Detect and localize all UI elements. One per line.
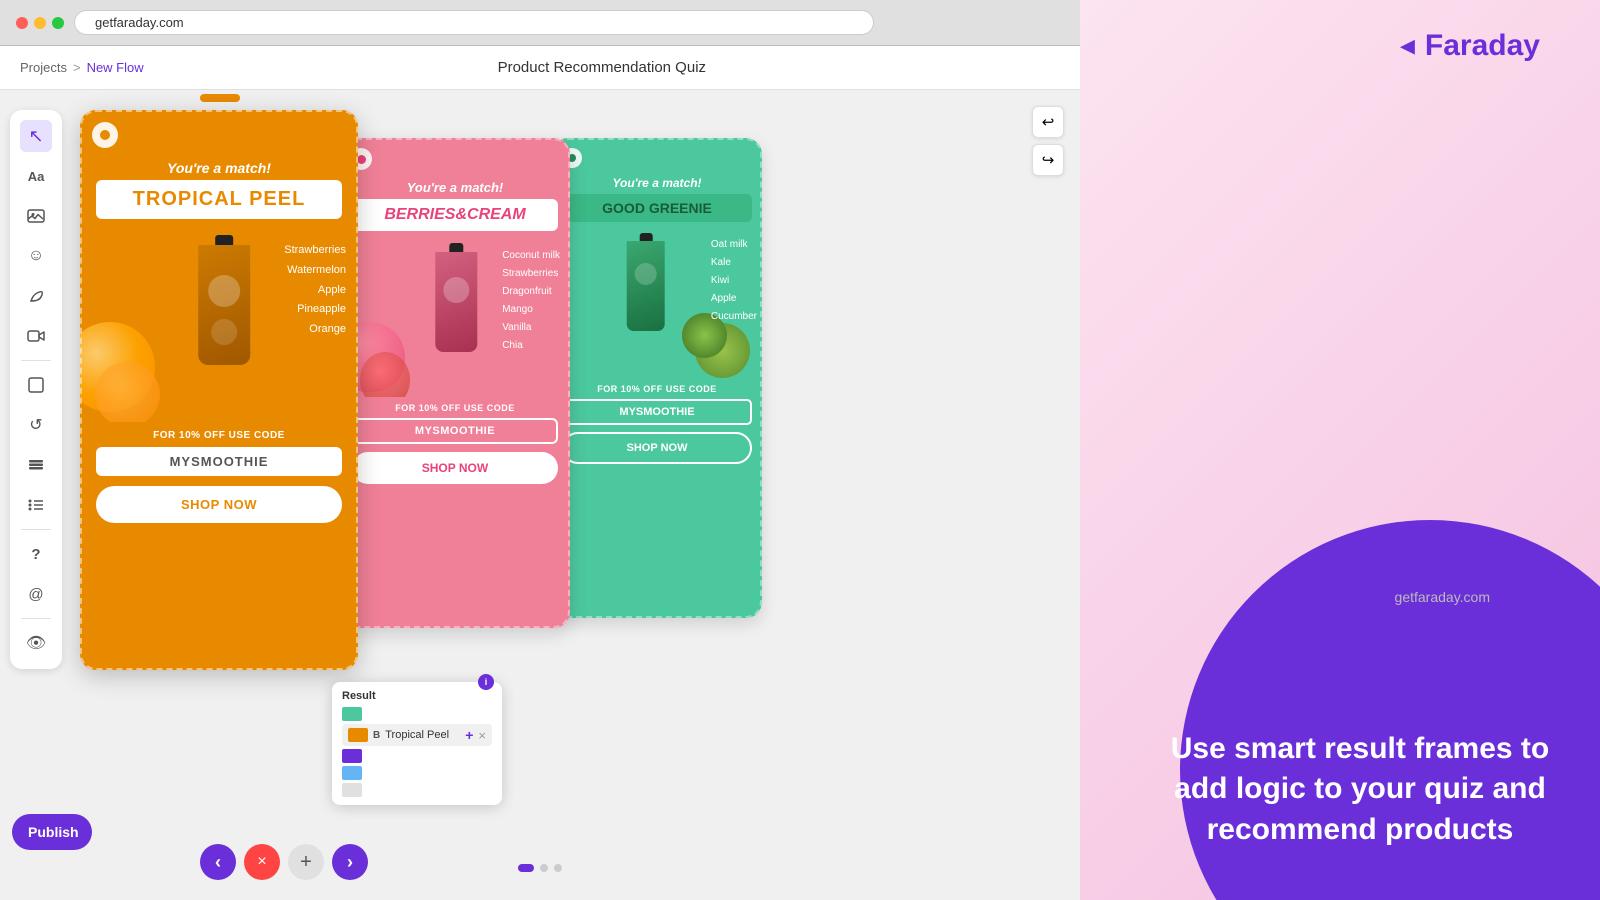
result-row-4 [342,766,492,780]
undo-redo-group: ↩ ↪ [1032,106,1064,176]
undo-button[interactable]: ↩ [1032,106,1064,138]
page-title: Product Recommendation Quiz [144,59,1060,76]
breadcrumb: Projects > New Flow [20,60,144,75]
mention-tool[interactable]: @ [20,578,52,610]
card-pink-match-text: You're a match! [340,138,570,199]
card-pink-ingredient-1: Coconut milk [502,247,560,265]
text-tool[interactable]: Aa [20,160,52,192]
card-tropical-peel[interactable]: You're a match! TROPICAL PEEL [80,110,358,670]
help-tool[interactable]: ? [20,538,52,570]
brand-url: getfaraday.com [1395,589,1490,605]
add-button[interactable]: + [288,844,324,880]
list-tool[interactable] [20,489,52,521]
result-row-1 [342,707,492,721]
card-green-ingredient-2: Kale [711,254,757,272]
result-row-5 [342,783,492,797]
page-dots [518,864,562,872]
card-green-coupon: MYSMOOTHIE [562,399,752,425]
card-green-match-text: You're a match! [552,138,762,194]
card-green-ingredient-4: Apple [711,290,757,308]
faraday-logo-icon: ◂ [1400,28,1415,63]
result-row-2-label: Tropical Peel [385,729,460,741]
right-panel: ◂ Faraday getfaraday.com Use smart resul… [1080,0,1600,900]
breadcrumb-projects[interactable]: Projects [20,60,67,75]
delete-button[interactable]: × [244,844,280,880]
card-orange-ingredient-5: Orange [284,320,346,340]
video-tool[interactable] [20,320,52,352]
breadcrumb-separator: > [73,60,81,75]
card-green-discount: FOR 10% OFF USE CODE [552,384,762,394]
result-row-3 [342,749,492,763]
loop-tool[interactable]: ↺ [20,409,52,441]
frame-tool[interactable] [20,369,52,401]
card-pink-ingredient-5: Vanilla [502,319,560,337]
faraday-logo-text: Faraday [1425,29,1540,63]
card-green-product-name: GOOD GREENIE [562,194,752,222]
image-tool[interactable] [20,200,52,232]
card-green-ingredient-5: Cucumber [711,308,757,326]
preview-tool[interactable]: 👁 [20,627,52,659]
faraday-logo: ◂ Faraday [1400,28,1540,63]
promo-text-container: Use smart result frames to add logic to … [1160,729,1560,851]
card-pink-ingredient-3: Dragonfruit [502,283,560,301]
top-nav: Projects > New Flow Product Recommendati… [0,46,1080,90]
breadcrumb-current[interactable]: New Flow [87,60,144,75]
result-row-2[interactable]: B Tropical Peel + × [342,724,492,746]
card-orange-match-text: You're a match! [80,110,358,180]
card-good-greenie[interactable]: You're a match! GOOD GREENIE [552,138,762,618]
card-orange-coupon: MYSMOOTHIE [96,447,342,476]
card-orange-product-name: TROPICAL PEEL [96,180,342,219]
result-row-2-add[interactable]: + [465,727,473,743]
emoji-tool[interactable]: ☺ [20,240,52,272]
card-green-cta[interactable]: SHOP NOW [562,432,752,464]
promo-headline: Use smart result frames to add logic to … [1160,729,1560,851]
card-orange-ingredient-2: Watermelon [284,261,346,281]
card-green-ingredient-1: Oat milk [711,236,757,254]
card-green-ingredient-3: Kiwi [711,272,757,290]
bottom-nav-controls: ‹ × + › [200,844,368,880]
left-toolbar: ↖ Aa ☺ ↺ ? @ [10,110,62,669]
url-bar[interactable]: getfaraday.com [74,10,874,35]
card-orange-discount: FOR 10% OFF USE CODE [80,430,358,441]
result-panel: i Result B Tropical Peel + × [332,682,502,805]
next-button[interactable]: › [332,844,368,880]
draw-tool[interactable] [20,280,52,312]
card-pink-discount: FOR 10% OFF USE CODE [340,403,570,413]
cards-container: You're a match! TROPICAL PEEL [80,110,762,670]
card-orange-ingredient-4: Pineapple [284,300,346,320]
publish-button[interactable]: Publish [12,814,92,850]
card-pink-cta[interactable]: SHOP NOW [352,452,558,484]
canvas-area: ↖ Aa ☺ ↺ ? @ [0,90,1080,900]
result-panel-title: Result [342,690,492,702]
result-row-2-close[interactable]: × [478,728,486,743]
cursor-tool[interactable]: ↖ [20,120,52,152]
card-pink-ingredient-6: Chia [502,337,560,355]
card-orange-cta[interactable]: SHOP NOW [96,486,342,523]
form-tool[interactable] [20,449,52,481]
redo-button[interactable]: ↪ [1032,144,1064,176]
card-orange-ingredient-3: Apple [284,281,346,301]
card-pink-ingredient-4: Mango [502,301,560,319]
card-pink-ingredient-2: Strawberries [502,265,560,283]
card-pink-product-name: BERRIES&CREAM [352,199,558,231]
card-berries-cream[interactable]: You're a match! BERRIES&CREAM [340,138,570,628]
prev-button[interactable]: ‹ [200,844,236,880]
card-orange-ingredient-1: Strawberries [284,241,346,261]
card-pink-coupon: MYSMOOTHIE [352,418,558,444]
